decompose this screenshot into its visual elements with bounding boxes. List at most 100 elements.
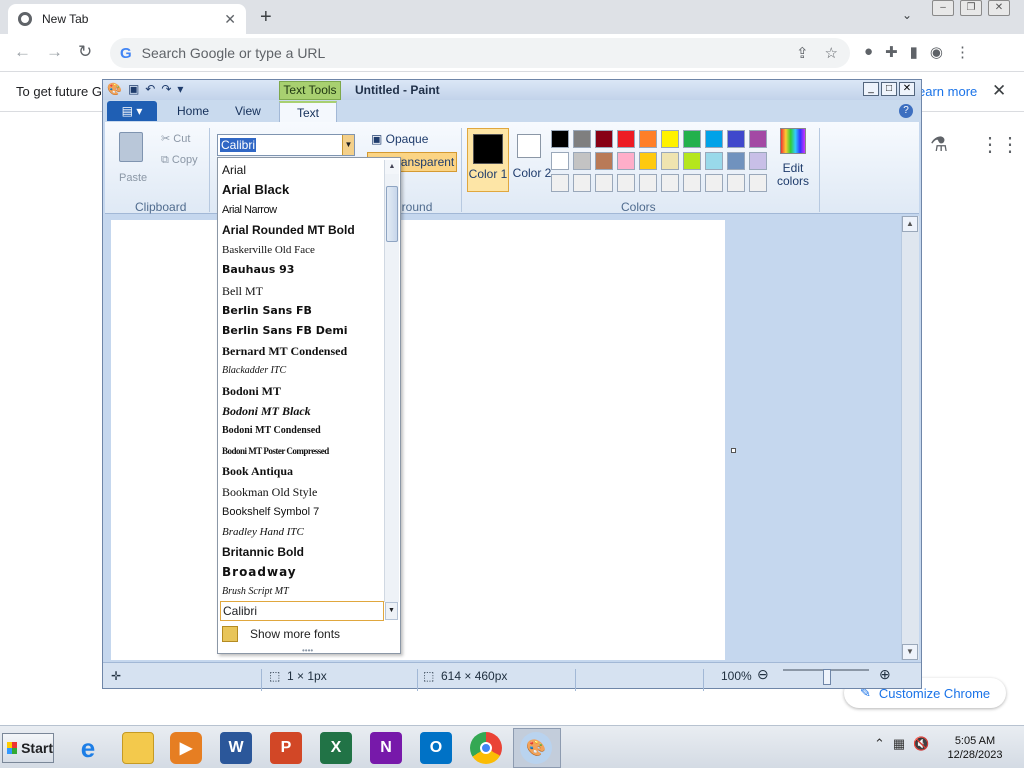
taskbar-clock[interactable]: 5:05 AM 12/28/2023: [940, 734, 1010, 762]
palette-swatch[interactable]: [595, 152, 613, 170]
font-list-item[interactable]: Bodoni MT Black: [221, 401, 383, 421]
save-icon[interactable]: ▣: [128, 82, 139, 96]
palette-swatch[interactable]: [661, 130, 679, 148]
start-button[interactable]: Start: [2, 733, 54, 763]
font-list-item[interactable]: Berlin Sans FB Demi: [221, 321, 383, 341]
palette-swatch[interactable]: [683, 130, 701, 148]
font-input-dropdown-icon[interactable]: ▼: [385, 602, 398, 620]
omnibox[interactable]: G Search Google or type a URL ⇪ ☆: [110, 38, 850, 68]
chrome-menu-icon[interactable]: ⋮: [955, 43, 970, 61]
opaque-button[interactable]: ▣ Opaque: [371, 132, 428, 146]
media-player-icon[interactable]: ▶: [170, 732, 202, 764]
font-list-item[interactable]: Bookman Old Style: [221, 482, 383, 502]
palette-swatch[interactable]: [617, 152, 635, 170]
palette-swatch[interactable]: [551, 174, 569, 192]
drawing-canvas[interactable]: [111, 220, 725, 660]
font-list-item[interactable]: Arial Narrow: [221, 200, 383, 220]
redo-icon[interactable]: ↷: [161, 82, 171, 96]
font-list-item[interactable]: Berlin Sans FB: [221, 301, 383, 321]
font-name-input[interactable]: Calibri: [220, 601, 384, 621]
paint-minimize-button[interactable]: _: [863, 82, 879, 96]
font-list-item[interactable]: Bradley Hand ITC: [221, 522, 383, 542]
undo-icon[interactable]: ↶: [145, 82, 155, 96]
font-list-item[interactable]: Britannic Bold: [221, 542, 383, 562]
palette-swatch[interactable]: [705, 130, 723, 148]
palette-swatch[interactable]: [749, 152, 767, 170]
restore-button[interactable]: ❐: [960, 0, 982, 16]
extensions-puzzle-icon[interactable]: ✚: [885, 43, 898, 61]
palette-swatch[interactable]: [639, 152, 657, 170]
tab-search-chevron-icon[interactable]: ⌄: [902, 8, 912, 22]
palette-swatch[interactable]: [551, 130, 569, 148]
palette-swatch[interactable]: [749, 130, 767, 148]
font-list-item[interactable]: Bodoni MT Poster Compressed: [221, 441, 383, 461]
canvas-vertical-scrollbar[interactable]: ▲ ▼: [901, 216, 919, 660]
powerpoint-icon[interactable]: P: [270, 732, 302, 764]
palette-swatch[interactable]: [551, 152, 569, 170]
palette-swatch[interactable]: [661, 174, 679, 192]
font-list-item[interactable]: Arial Black: [221, 180, 383, 200]
palette-swatch[interactable]: [661, 152, 679, 170]
font-list-item[interactable]: Bernard MT Condensed: [221, 341, 383, 361]
font-list-item[interactable]: Arial: [221, 160, 383, 180]
outlook-icon[interactable]: O: [420, 732, 452, 764]
canvas-resize-handle[interactable]: [731, 448, 736, 453]
font-list-item[interactable]: Broadway: [221, 562, 383, 582]
color-2-button[interactable]: Color 2: [511, 128, 553, 192]
help-icon[interactable]: ?: [899, 104, 913, 118]
share-icon[interactable]: ⇪: [796, 44, 809, 62]
palette-swatch[interactable]: [617, 130, 635, 148]
labs-flask-icon[interactable]: ⚗: [930, 132, 948, 157]
copy-button[interactable]: ⧉ Copy: [161, 154, 198, 167]
font-family-combo[interactable]: Calibri ▼: [217, 134, 355, 156]
back-arrow-icon[interactable]: ←: [14, 42, 31, 62]
minimize-button[interactable]: –: [932, 0, 954, 16]
palette-swatch[interactable]: [573, 130, 591, 148]
paint-app-icon[interactable]: 🎨: [107, 82, 122, 96]
palette-swatch[interactable]: [573, 174, 591, 192]
edit-colors-button[interactable]: Edit colors: [771, 128, 815, 188]
palette-swatch[interactable]: [683, 174, 701, 192]
paste-clipboard-icon[interactable]: [119, 132, 143, 162]
google-apps-icon[interactable]: ⋮⋮: [980, 132, 1020, 157]
learn-more-link[interactable]: earn more: [918, 84, 977, 99]
chrome-icon[interactable]: [470, 732, 502, 764]
word-icon[interactable]: W: [220, 732, 252, 764]
font-list-item[interactable]: Bookshelf Symbol 7: [221, 502, 383, 522]
font-dropdown-arrow-icon[interactable]: ▼: [342, 135, 354, 155]
palette-swatch[interactable]: [595, 174, 613, 192]
browser-tab[interactable]: New Tab ✕: [8, 4, 246, 34]
palette-swatch[interactable]: [727, 152, 745, 170]
paint-taskbar-icon[interactable]: 🎨: [520, 732, 552, 764]
side-panel-icon[interactable]: ▮: [910, 43, 918, 61]
font-list-item[interactable]: Bell MT: [221, 281, 383, 301]
palette-swatch[interactable]: [727, 130, 745, 148]
profile-avatar-icon[interactable]: ◉: [930, 43, 943, 61]
excel-icon[interactable]: X: [320, 732, 352, 764]
palette-swatch[interactable]: [749, 174, 767, 192]
paste-button[interactable]: Paste: [119, 172, 147, 184]
forward-arrow-icon[interactable]: →: [46, 42, 63, 62]
font-list-scroll-up-icon[interactable]: ▲: [385, 160, 399, 174]
network-icon[interactable]: ▦: [893, 736, 905, 752]
paint-close-button[interactable]: ✕: [899, 82, 915, 96]
new-tab-button[interactable]: +: [260, 6, 272, 29]
customize-qat-icon[interactable]: ▾: [177, 82, 183, 96]
extension-globe-icon[interactable]: ●: [864, 43, 873, 61]
close-window-button[interactable]: ✕: [988, 0, 1010, 16]
paint-menu-button[interactable]: ▤ ▾: [107, 101, 157, 121]
font-list-item[interactable]: Blackadder ITC: [221, 361, 383, 381]
font-list-scroll-thumb[interactable]: [386, 186, 398, 242]
font-list-item[interactable]: Bauhaus 93: [221, 260, 383, 280]
palette-swatch[interactable]: [595, 130, 613, 148]
palette-swatch[interactable]: [639, 174, 657, 192]
font-list-scrollbar[interactable]: ▲: [384, 160, 399, 602]
show-more-fonts-button[interactable]: Show more fonts: [222, 624, 340, 644]
show-hidden-icons-icon[interactable]: ⌃: [874, 736, 885, 752]
zoom-out-icon[interactable]: ⊖: [757, 666, 769, 683]
scroll-up-arrow-icon[interactable]: ▲: [902, 216, 918, 232]
font-list-item[interactable]: Book Antiqua: [221, 461, 383, 481]
font-list-item[interactable]: Bodoni MT: [221, 381, 383, 401]
palette-swatch[interactable]: [727, 174, 745, 192]
palette-swatch[interactable]: [639, 130, 657, 148]
